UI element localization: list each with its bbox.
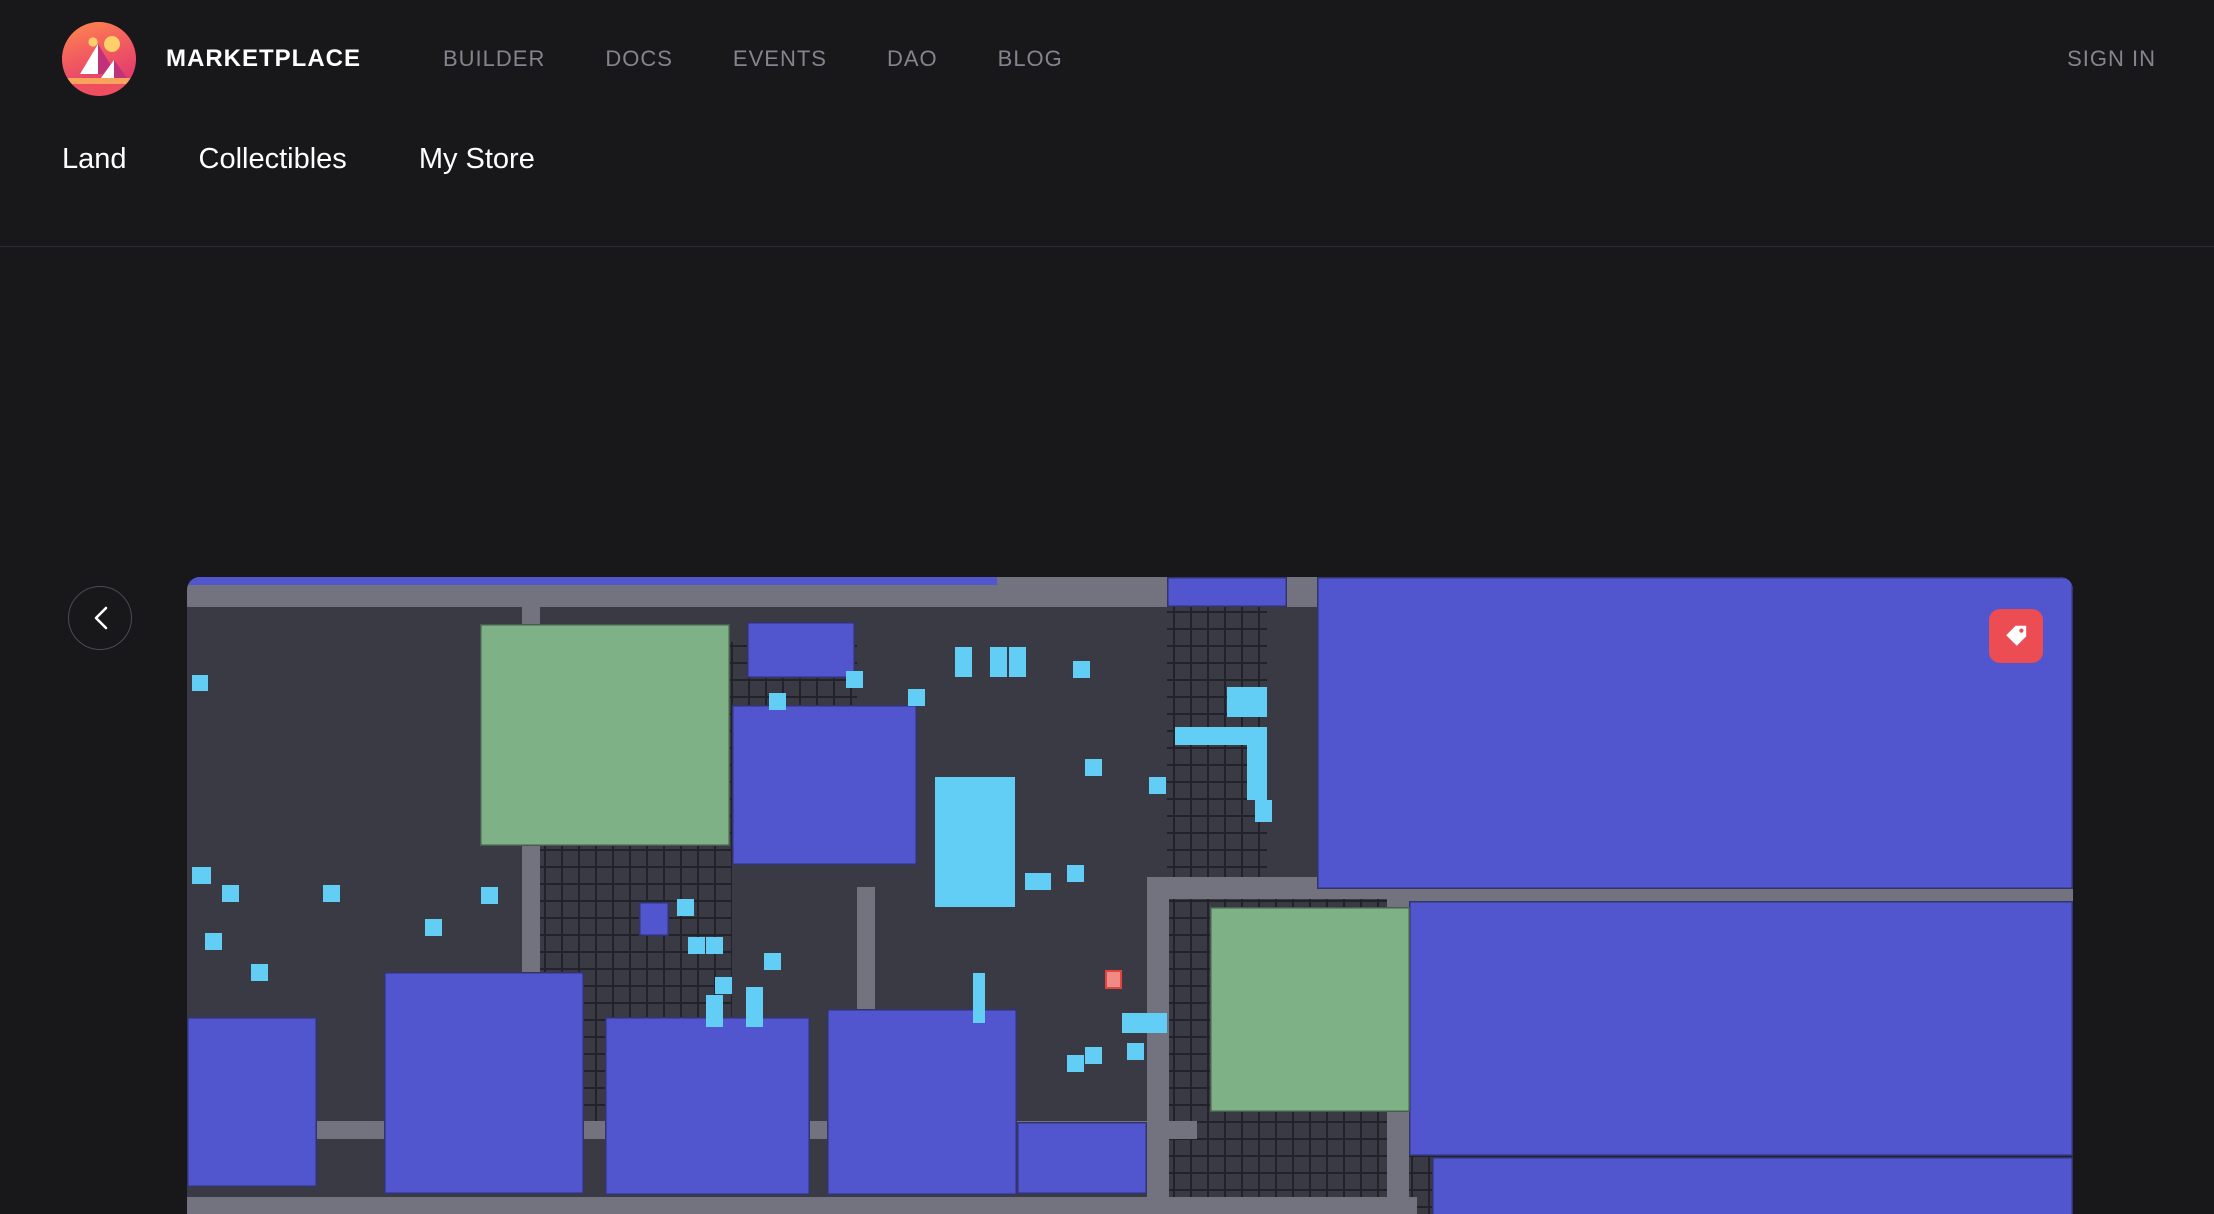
district-district-n-mid[interactable] bbox=[732, 705, 917, 865]
owned-parcel-15[interactable] bbox=[846, 671, 863, 688]
decentraland-logo-icon bbox=[62, 22, 136, 96]
owned-parcel-24[interactable] bbox=[1227, 687, 1267, 717]
owned-parcel-31[interactable] bbox=[1034, 873, 1051, 890]
owned-parcel-34[interactable] bbox=[1085, 1047, 1102, 1064]
owned-parcel-5[interactable] bbox=[425, 919, 442, 936]
road-segment-5[interactable] bbox=[1147, 887, 1169, 1214]
brand[interactable]: MARKETPLACE bbox=[62, 22, 361, 96]
district-district-east-large[interactable] bbox=[1317, 577, 2073, 889]
district-district-tiny[interactable] bbox=[639, 902, 669, 936]
owned-parcel-6[interactable] bbox=[481, 887, 498, 904]
brand-title: MARKETPLACE bbox=[166, 45, 361, 72]
owned-parcel-12[interactable] bbox=[706, 995, 723, 1027]
owned-parcel-9[interactable] bbox=[688, 937, 705, 954]
district-district-east-mid[interactable] bbox=[1409, 901, 2073, 1156]
owned-parcel-17[interactable] bbox=[769, 693, 786, 710]
owned-parcel-21[interactable] bbox=[1073, 661, 1090, 678]
owned-parcel-2[interactable] bbox=[222, 885, 239, 902]
owned-parcel-36[interactable] bbox=[973, 973, 985, 1023]
top-nav-links: BUILDER DOCS EVENTS DAO BLOG bbox=[413, 46, 1093, 72]
owned-parcel-29[interactable] bbox=[1067, 865, 1084, 882]
atlas-canvas[interactable] bbox=[187, 577, 2073, 1214]
owned-parcel-13[interactable] bbox=[746, 987, 763, 1027]
owned-parcel-26[interactable] bbox=[1247, 745, 1267, 800]
chevron-left-icon bbox=[89, 604, 111, 632]
owned-parcel-28[interactable] bbox=[935, 777, 1015, 907]
road-segment-1[interactable] bbox=[187, 577, 997, 585]
owned-parcel-11[interactable] bbox=[715, 977, 732, 994]
district-district-east-lower[interactable] bbox=[1432, 1157, 2073, 1214]
nav-link-dao[interactable]: DAO bbox=[857, 46, 968, 72]
owned-parcel-32[interactable] bbox=[1122, 1013, 1167, 1033]
owned-parcel-14[interactable] bbox=[764, 953, 781, 970]
district-district-mid-b[interactable] bbox=[827, 1009, 1017, 1195]
owned-parcel-16[interactable] bbox=[908, 689, 925, 706]
sub-navbar: Land Collectibles My Store bbox=[0, 118, 2214, 247]
owned-parcel-4[interactable] bbox=[205, 933, 222, 950]
owned-parcel-35[interactable] bbox=[1127, 1043, 1144, 1060]
owned-parcel-8[interactable] bbox=[677, 899, 694, 916]
nav-link-blog[interactable]: BLOG bbox=[968, 46, 1093, 72]
parcel-block-2[interactable] bbox=[1267, 577, 1317, 889]
owned-parcel-23[interactable] bbox=[1149, 777, 1166, 794]
road-segment-9[interactable] bbox=[187, 1197, 1417, 1214]
district-district-mid-c[interactable] bbox=[1017, 1122, 1147, 1194]
district-district-north-sliver[interactable] bbox=[1167, 577, 1287, 607]
district-district-mid-a[interactable] bbox=[605, 1017, 810, 1195]
nav-link-events[interactable]: EVENTS bbox=[703, 46, 857, 72]
district-district-west-a[interactable] bbox=[187, 1017, 317, 1187]
district-district-west-b[interactable] bbox=[384, 972, 584, 1194]
sign-in-button[interactable]: SIGN IN bbox=[2067, 46, 2156, 72]
owned-parcel-25[interactable] bbox=[1175, 727, 1267, 745]
nav-link-builder[interactable]: BUILDER bbox=[413, 46, 575, 72]
owned-parcel-10[interactable] bbox=[706, 937, 723, 954]
tab-land[interactable]: Land bbox=[62, 143, 165, 176]
tab-collectibles[interactable]: Collectibles bbox=[199, 143, 385, 176]
owned-parcel-7[interactable] bbox=[251, 964, 268, 981]
owned-parcel-22[interactable] bbox=[1085, 759, 1102, 776]
land-atlas-map[interactable] bbox=[187, 577, 2073, 1214]
price-tag-icon bbox=[2003, 623, 2029, 649]
owned-parcel-1[interactable] bbox=[192, 867, 211, 884]
owned-parcel-20[interactable] bbox=[1009, 647, 1026, 677]
owned-parcel-19[interactable] bbox=[990, 647, 1007, 677]
owned-parcel-33[interactable] bbox=[1067, 1055, 1084, 1072]
atlas-area bbox=[0, 247, 2214, 1214]
owned-parcel-18[interactable] bbox=[955, 647, 972, 677]
plaza-plaza-north[interactable] bbox=[480, 624, 730, 846]
road-segment-10[interactable] bbox=[1409, 887, 2073, 901]
top-navbar: MARKETPLACE BUILDER DOCS EVENTS DAO BLOG… bbox=[0, 0, 2214, 118]
owned-parcel-3[interactable] bbox=[323, 885, 340, 902]
selected-parcel[interactable] bbox=[1105, 970, 1122, 989]
tab-my-store[interactable]: My Store bbox=[419, 143, 573, 176]
owned-parcel-0[interactable] bbox=[192, 675, 208, 691]
price-tag-button[interactable] bbox=[1989, 609, 2043, 663]
owned-parcel-27[interactable] bbox=[1255, 800, 1272, 822]
nav-link-docs[interactable]: DOCS bbox=[575, 46, 703, 72]
plaza-plaza-central[interactable] bbox=[1210, 907, 1410, 1112]
back-button[interactable] bbox=[68, 586, 132, 650]
district-district-n-small[interactable] bbox=[747, 622, 855, 678]
